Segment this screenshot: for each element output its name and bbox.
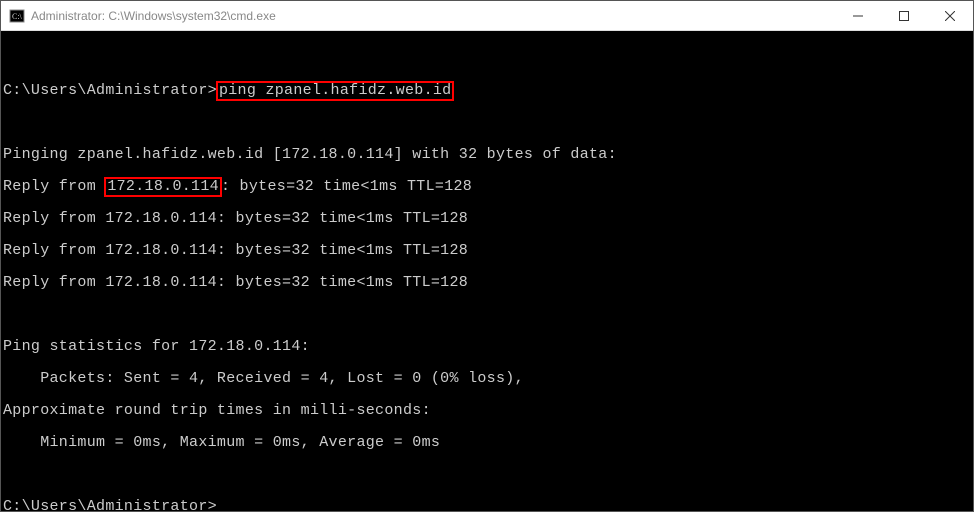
minimize-button[interactable] (835, 1, 881, 30)
reply-line-2: Reply from 172.18.0.114: bytes=32 time<1… (3, 211, 971, 227)
reply-line-1: Reply from 172.18.0.114: bytes=32 time<1… (3, 179, 971, 195)
prompt-line-1: C:\Users\Administrator>ping zpanel.hafid… (3, 83, 971, 99)
titlebar[interactable]: C:\ Administrator: C:\Windows\system32\c… (1, 1, 973, 31)
prompt-path: C:\Users\Administrator> (3, 82, 217, 99)
rtt-values: Minimum = 0ms, Maximum = 0ms, Average = … (3, 435, 971, 451)
reply-prefix: Reply from (3, 178, 105, 195)
close-button[interactable] (927, 1, 973, 30)
reply-suffix: : bytes=32 time<1ms TTL=128 (221, 178, 472, 195)
command-text: ping zpanel.hafidz.web.id (219, 82, 452, 99)
prompt-path-2: C:\Users\Administrator> (3, 498, 217, 511)
window-controls (835, 1, 973, 30)
svg-text:C:\: C:\ (12, 12, 23, 21)
cmd-icon: C:\ (9, 8, 25, 24)
highlight-ip: 172.18.0.114 (104, 177, 222, 197)
maximize-button[interactable] (881, 1, 927, 30)
ip-text: 172.18.0.114 (107, 178, 219, 195)
highlight-command: ping zpanel.hafidz.web.id (216, 81, 455, 101)
stats-header: Ping statistics for 172.18.0.114: (3, 339, 971, 355)
cmd-window: C:\ Administrator: C:\Windows\system32\c… (0, 0, 974, 512)
terminal-output[interactable]: C:\Users\Administrator>ping zpanel.hafid… (1, 31, 973, 511)
stats-packets: Packets: Sent = 4, Received = 4, Lost = … (3, 371, 971, 387)
window-title: Administrator: C:\Windows\system32\cmd.e… (31, 9, 276, 23)
reply-line-3: Reply from 172.18.0.114: bytes=32 time<1… (3, 243, 971, 259)
rtt-header: Approximate round trip times in milli-se… (3, 403, 971, 419)
prompt-line-2: C:\Users\Administrator> (3, 499, 971, 511)
pinging-line: Pinging zpanel.hafidz.web.id [172.18.0.1… (3, 147, 971, 163)
reply-line-4: Reply from 172.18.0.114: bytes=32 time<1… (3, 275, 971, 291)
